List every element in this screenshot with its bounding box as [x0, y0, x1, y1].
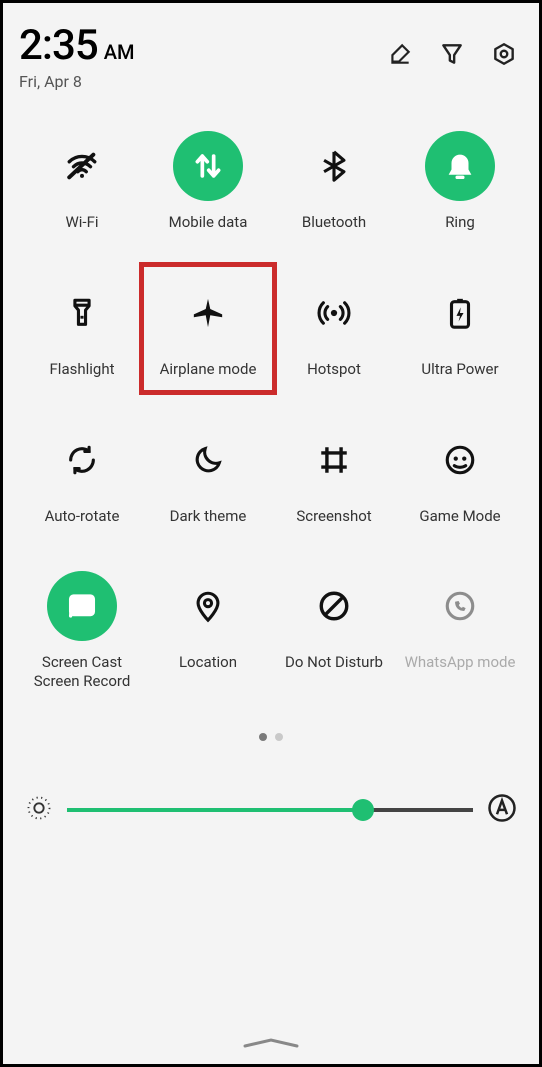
brightness-icon — [25, 794, 53, 826]
status-header: 2:35 AM Fri, Apr 8 — [19, 21, 523, 91]
tile-dnd[interactable]: Do Not Disturb — [271, 571, 397, 691]
game-mode-icon — [425, 425, 495, 495]
tile-label: WhatsApp mode — [405, 653, 516, 672]
tile-label: Dark theme — [170, 507, 247, 526]
screenshot-icon — [299, 425, 369, 495]
page-dot[interactable] — [259, 733, 267, 741]
mobile-data-icon — [173, 131, 243, 201]
tile-label: Screen Cast Screen Record — [34, 653, 131, 691]
dnd-icon — [299, 571, 369, 641]
tile-label: Flashlight — [50, 360, 115, 379]
dark-theme-icon — [173, 425, 243, 495]
tile-screen-cast[interactable]: Screen Cast Screen Record — [19, 571, 145, 691]
page-dot[interactable] — [275, 733, 283, 741]
brightness-slider[interactable] — [67, 800, 473, 820]
tile-bluetooth[interactable]: Bluetooth — [271, 131, 397, 232]
tile-ultra-power[interactable]: Ultra Power — [397, 278, 523, 379]
auto-brightness-toggle[interactable] — [487, 793, 517, 827]
tile-flashlight[interactable]: Flashlight — [19, 278, 145, 379]
wifi-icon — [47, 131, 117, 201]
quick-tiles-grid: Wi-Fi Mobile data Bluetooth Ring Flashlight A… — [19, 131, 523, 691]
tile-screenshot[interactable]: Screenshot — [271, 425, 397, 526]
tile-label: Do Not Disturb — [285, 653, 383, 672]
location-icon — [173, 571, 243, 641]
screen-cast-icon — [47, 571, 117, 641]
settings-icon[interactable] — [491, 41, 517, 71]
tile-airplane[interactable]: Airplane mode — [145, 278, 271, 379]
hotspot-icon — [299, 278, 369, 348]
tile-label: Game Mode — [419, 507, 500, 526]
tile-dark-theme[interactable]: Dark theme — [145, 425, 271, 526]
tile-auto-rotate[interactable]: Auto-rotate — [19, 425, 145, 526]
tile-label: Airplane mode — [160, 360, 257, 379]
edit-icon[interactable] — [387, 41, 413, 71]
tile-label: Auto-rotate — [45, 507, 120, 526]
tile-label: Wi-Fi — [65, 213, 98, 232]
auto-rotate-icon — [47, 425, 117, 495]
tile-mobile-data[interactable]: Mobile data — [145, 131, 271, 232]
filter-icon[interactable] — [439, 41, 465, 71]
tile-game-mode[interactable]: Game Mode — [397, 425, 523, 526]
airplane-icon — [173, 278, 243, 348]
tile-location[interactable]: Location — [145, 571, 271, 691]
brightness-row — [19, 793, 523, 827]
ultra-power-icon — [425, 278, 495, 348]
tile-label: Screenshot — [296, 507, 371, 526]
tile-label: Hotspot — [307, 360, 361, 379]
tile-label: Bluetooth — [302, 213, 366, 232]
ring-icon — [425, 131, 495, 201]
panel-handle[interactable] — [239, 1035, 303, 1054]
clock-ampm: AM — [104, 40, 135, 64]
tile-label: Location — [179, 653, 237, 672]
flashlight-icon — [47, 278, 117, 348]
clock-time: 2:35 — [19, 21, 98, 70]
bluetooth-icon — [299, 131, 369, 201]
clock-date: Fri, Apr 8 — [19, 72, 134, 91]
tile-label: Mobile data — [169, 213, 248, 232]
tile-ring[interactable]: Ring — [397, 131, 523, 232]
tile-label: Ultra Power — [421, 360, 498, 379]
whatsapp-icon — [425, 571, 495, 641]
tile-hotspot[interactable]: Hotspot — [271, 278, 397, 379]
quick-settings-panel: 2:35 AM Fri, Apr 8 Wi-Fi Mobile data Bluet… — [3, 3, 539, 1064]
tile-label: Ring — [445, 213, 475, 232]
page-indicator — [19, 733, 523, 741]
tile-whatsapp[interactable]: WhatsApp mode — [397, 571, 523, 691]
tile-wifi[interactable]: Wi-Fi — [19, 131, 145, 232]
